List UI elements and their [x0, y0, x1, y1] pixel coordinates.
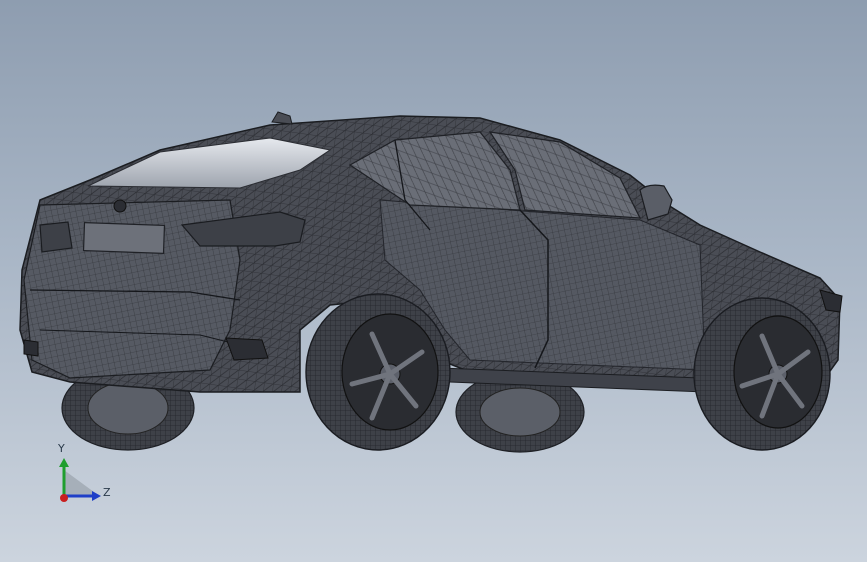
- car-wireframe-model[interactable]: [0, 0, 867, 562]
- rear-right-wheel: [305, 293, 451, 451]
- z-axis-label: Z: [103, 486, 111, 499]
- y-axis-label: Y: [58, 442, 65, 455]
- x-axis-dot: [60, 494, 68, 502]
- front-right-wheel: [693, 297, 831, 451]
- emblem-icon: [113, 199, 127, 213]
- graphics-viewport[interactable]: Y Z: [0, 0, 867, 562]
